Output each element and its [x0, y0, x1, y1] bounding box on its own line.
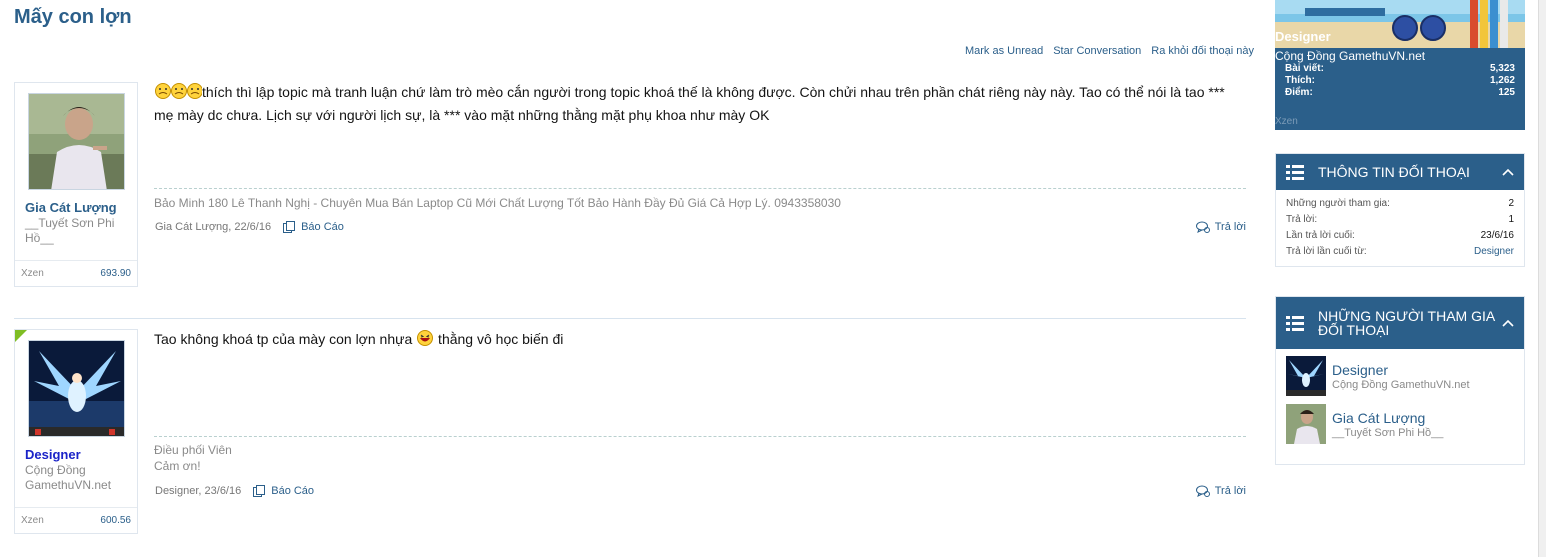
- stat-row: Thích: 1,262: [1285, 75, 1515, 87]
- author-title: __Tuyết Sơn Phi Hồ__: [25, 216, 115, 245]
- star-conversation-link[interactable]: Star Conversation: [1053, 45, 1141, 57]
- participant-name[interactable]: Gia Cát Lượng: [1332, 410, 1443, 427]
- stat-value: 5,323: [1489, 63, 1515, 74]
- stat-label: Bài viết:: [1285, 63, 1324, 74]
- info-row: Lần trả lời cuối: 23/6/16: [1286, 228, 1514, 244]
- profile-title: Cộng Đồng GamethuVN.net: [1275, 49, 1426, 63]
- author-footer: Xzen 600.56: [15, 507, 137, 533]
- reply-icon: [1195, 485, 1210, 497]
- leave-conversation-link[interactable]: Ra khỏi đối thoại này: [1151, 45, 1254, 57]
- list-icon: [1286, 315, 1304, 331]
- block-title: THÔNG TIN ĐỐI THOẠI: [1318, 164, 1470, 180]
- reply-label: Trả lời: [1214, 221, 1246, 233]
- report-label: Báo Cáo: [271, 485, 315, 497]
- report-button[interactable]: Báo Cáo: [283, 221, 344, 233]
- signature-divider: [154, 188, 1246, 189]
- signature-divider: [154, 436, 1246, 437]
- info-row: Những người tham gia: 2: [1286, 196, 1514, 212]
- visitor-profile-panel: Designer Cộng Đồng GamethuVN.net Bài viế…: [1275, 0, 1525, 130]
- participant-avatar[interactable]: [1286, 356, 1326, 396]
- conversation-info-block: THÔNG TIN ĐỐI THOẠI Những người tham gia…: [1275, 153, 1525, 267]
- reply-button[interactable]: Trả lời: [1195, 485, 1246, 497]
- grinning-emoji-icon: [416, 329, 434, 352]
- conversation-page: Mấy con lợn Mark as Unread Star Conversa…: [0, 0, 1546, 557]
- message-userinfo: Gia Cát Lượng __Tuyết Sơn Phi Hồ__ Xzen …: [14, 82, 138, 287]
- stat-row: Bài viết: 5,323: [1285, 63, 1515, 75]
- info-label: Trả lời lần cuối từ:: [1286, 246, 1367, 257]
- message-content: Tao không khoá tp của mày con lợn nhựa t…: [154, 329, 1246, 352]
- stat-value: 1,262: [1489, 75, 1515, 86]
- message-userinfo: Designer Cộng Đồng GamethuVN.net Xzen 60…: [14, 329, 138, 534]
- signature: Điều phối Viên Cảm ơn!: [154, 443, 232, 473]
- message-body-start: Tao không khoá tp của mày con lợn nhựa: [154, 331, 413, 347]
- block-header[interactable]: NHỮNG NGƯỜI THAM GIA ĐỐI THOẠI: [1276, 297, 1524, 349]
- participant-title: Cộng Đồng GamethuVN.net: [1332, 378, 1470, 391]
- profile-footer: Xzen: [1275, 116, 1298, 127]
- footer-value: 693.90: [100, 268, 131, 279]
- thinking-emoji-icon: [154, 82, 203, 105]
- block-title: NHỮNG NGƯỜI THAM GIA ĐỐI THOẠI: [1318, 308, 1495, 338]
- message-1: Gia Cát Lượng __Tuyết Sơn Phi Hồ__ Xzen …: [14, 82, 1246, 287]
- stat-label: Thích:: [1285, 75, 1315, 86]
- block-header[interactable]: THÔNG TIN ĐỐI THOẠI: [1276, 154, 1524, 190]
- message-meta: Designer, 23/6/16 Báo Cáo Trả lời: [155, 485, 1246, 497]
- footer-label: Xzen: [21, 268, 44, 279]
- sidebar: Designer Cộng Đồng GamethuVN.net Bài viế…: [1275, 0, 1525, 465]
- info-label: Lần trả lời cuối:: [1286, 230, 1355, 241]
- author-title: Cộng Đồng GamethuVN.net: [25, 463, 112, 492]
- info-row: Trả lời: 1: [1286, 212, 1514, 228]
- message-author-date: Designer, 23/6/16: [155, 485, 242, 497]
- info-label: Trả lời:: [1286, 214, 1318, 225]
- stat-value: 125: [1498, 87, 1515, 98]
- last-reply-user-link[interactable]: Designer: [1474, 244, 1514, 260]
- message-author-date: Gia Cát Lượng, 22/6/16: [155, 221, 272, 233]
- message-meta: Gia Cát Lượng, 22/6/16 Báo Cáo Trả lời: [155, 221, 1246, 233]
- chevron-up-icon[interactable]: [1502, 168, 1514, 176]
- info-value: 23/6/16: [1480, 230, 1514, 241]
- message-body: thích thì lập topic mà tranh luận chứ là…: [154, 84, 1225, 123]
- profile-name[interactable]: Designer: [1275, 29, 1331, 44]
- info-value: 1: [1508, 214, 1514, 225]
- signature: Bảo Minh 180 Lê Thanh Nghị - Chuyên Mua …: [154, 196, 841, 210]
- participant-item[interactable]: Gia Cát Lượng __Tuyết Sơn Phi Hồ__: [1276, 397, 1524, 445]
- profile-stats: Bài viết: 5,323 Thích: 1,262 Điểm: 125: [1285, 63, 1515, 99]
- message-text: thích thì lập topic mà tranh luận chứ là…: [154, 82, 1246, 125]
- reply-icon: [1195, 221, 1210, 233]
- participant-title: __Tuyết Sơn Phi Hồ__: [1332, 426, 1444, 439]
- reply-label: Trả lời: [1214, 485, 1246, 497]
- mark-unread-link[interactable]: Mark as Unread: [965, 45, 1043, 57]
- report-label: Báo Cáo: [301, 221, 344, 233]
- info-value: 2: [1508, 198, 1514, 209]
- avatar[interactable]: [28, 93, 125, 190]
- report-button[interactable]: Báo Cáo: [253, 485, 314, 497]
- new-indicator: [15, 330, 27, 342]
- message-text: Tao không khoá tp của mày con lợn nhựa t…: [154, 329, 1246, 352]
- stat-row: Điểm: 125: [1285, 87, 1515, 99]
- report-icon: [283, 221, 296, 233]
- chevron-up-icon[interactable]: [1502, 319, 1514, 327]
- participants-block: NHỮNG NGƯỜI THAM GIA ĐỐI THOẠI Designer …: [1275, 296, 1525, 465]
- report-icon: [253, 485, 266, 497]
- participant-item[interactable]: Designer Cộng Đồng GamethuVN.net: [1276, 349, 1524, 397]
- participant-name[interactable]: Designer: [1332, 362, 1470, 379]
- page-scrollbar[interactable]: [1538, 0, 1546, 557]
- author-footer: Xzen 693.90: [15, 260, 137, 286]
- footer-label: Xzen: [21, 515, 44, 526]
- page-title: Mấy con lợn: [14, 6, 132, 28]
- author-name[interactable]: Designer: [25, 447, 81, 462]
- message-body-end: thằng vô học biến đi: [434, 331, 564, 347]
- stat-label: Điểm:: [1285, 87, 1313, 98]
- info-label: Những người tham gia:: [1286, 198, 1390, 209]
- conversation-actions: Mark as Unread Star Conversation Ra khỏi…: [965, 45, 1254, 57]
- message-content: thích thì lập topic mà tranh luận chứ là…: [154, 82, 1246, 125]
- list-icon: [1286, 164, 1304, 180]
- reply-button[interactable]: Trả lời: [1195, 221, 1246, 233]
- info-rows: Những người tham gia: 2 Trả lời: 1 Lần trả…: [1276, 190, 1524, 266]
- info-row: Trả lời lần cuối từ: Designer: [1286, 244, 1514, 260]
- avatar[interactable]: [28, 340, 125, 437]
- footer-value: 600.56: [100, 515, 131, 526]
- participant-avatar[interactable]: [1286, 404, 1326, 444]
- message-2: Designer Cộng Đồng GamethuVN.net Xzen 60…: [14, 318, 1246, 534]
- author-name[interactable]: Gia Cát Lượng: [25, 200, 117, 215]
